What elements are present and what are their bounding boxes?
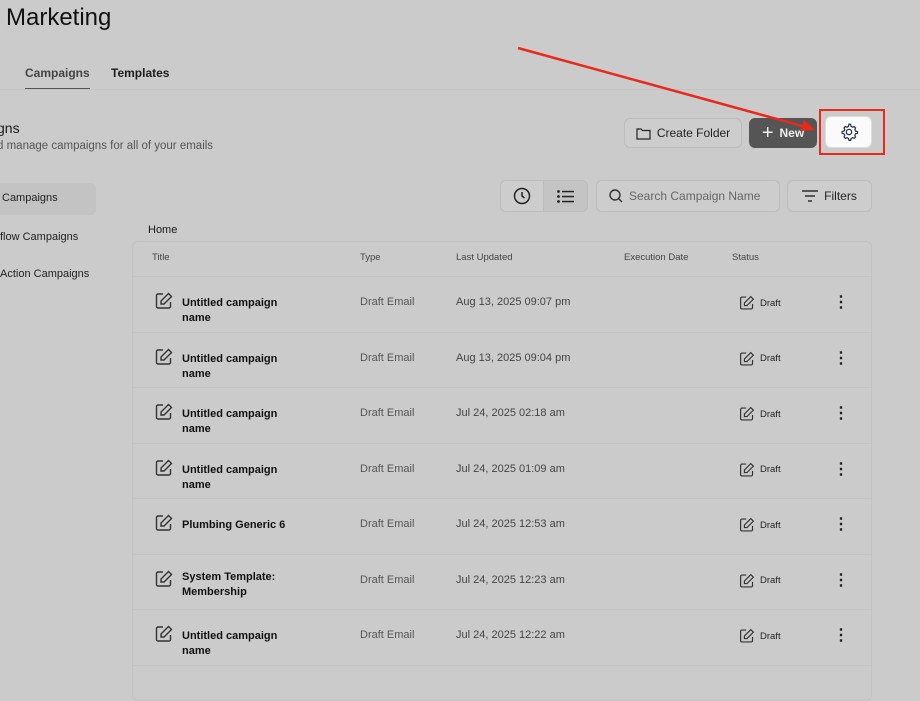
last-updated: Jul 24, 2025 01:09 am <box>456 463 565 475</box>
history-view-button[interactable] <box>500 180 544 212</box>
campaign-type: Draft Email <box>360 574 414 586</box>
campaign-title[interactable]: Untitled campaign name <box>182 463 302 493</box>
status-badge: Draft <box>738 572 781 590</box>
last-updated: Aug 13, 2025 09:04 pm <box>456 352 570 364</box>
campaign-title[interactable]: Untitled campaign name <box>182 296 302 326</box>
search-input[interactable]: Search Campaign Name <box>596 180 780 212</box>
status-badge: Draft <box>738 627 781 645</box>
campaign-title[interactable]: Untitled campaign name <box>182 407 302 437</box>
campaign-type: Draft Email <box>360 352 414 364</box>
search-placeholder: Search Campaign Name <box>629 189 760 203</box>
column-title: Title <box>152 252 170 263</box>
more-options-icon[interactable]: ⋮ <box>833 625 849 645</box>
last-updated: Aug 13, 2025 09:07 pm <box>456 296 570 308</box>
edit-icon <box>739 573 754 588</box>
campaigns-table: Untitled campaign name Draft Email Aug 1… <box>132 241 872 701</box>
sidebar-item-action-campaigns[interactable]: Action Campaigns <box>0 268 89 280</box>
column-last-updated: Last Updated <box>456 252 513 263</box>
status-label: Draft <box>760 575 781 586</box>
status-badge: Draft <box>738 405 781 423</box>
status-label: Draft <box>760 520 781 531</box>
filters-label: Filters <box>824 189 857 203</box>
campaign-type: Draft Email <box>360 629 414 641</box>
filters-button[interactable]: Filters <box>787 180 872 212</box>
filter-icon <box>802 190 818 202</box>
status-badge: Draft <box>738 294 781 312</box>
campaign-title[interactable]: Untitled campaign name <box>182 352 302 382</box>
last-updated: Jul 24, 2025 12:22 am <box>456 629 565 641</box>
column-type: Type <box>360 252 381 263</box>
edit-icon <box>155 514 173 535</box>
campaign-type: Draft Email <box>360 463 414 475</box>
last-updated: Jul 24, 2025 12:23 am <box>456 574 565 586</box>
more-options-icon[interactable]: ⋮ <box>833 570 849 590</box>
last-updated: Jul 24, 2025 02:18 am <box>456 407 565 419</box>
status-label: Draft <box>760 298 781 309</box>
edit-icon <box>739 628 754 643</box>
edit-icon <box>155 403 173 424</box>
table-row[interactable] <box>133 665 872 701</box>
campaign-title[interactable]: Plumbing Generic 6 <box>182 518 302 533</box>
sidebar-item-workflow-campaigns[interactable]: flow Campaigns <box>0 231 78 243</box>
edit-icon <box>739 406 754 421</box>
edit-icon <box>155 625 173 646</box>
status-label: Draft <box>760 409 781 420</box>
table-row[interactable]: System Template: Membership Draft Email … <box>133 554 872 609</box>
status-label: Draft <box>760 464 781 475</box>
list-icon <box>557 190 574 203</box>
table-row[interactable]: Untitled campaign name Draft Email Aug 1… <box>133 276 872 331</box>
edit-icon <box>739 295 754 310</box>
column-execution-date: Execution Date <box>624 252 688 263</box>
status-badge: Draft <box>738 350 781 368</box>
campaign-type: Draft Email <box>360 407 414 419</box>
table-row[interactable]: Plumbing Generic 6 Draft Email Jul 24, 2… <box>133 498 872 553</box>
edit-icon <box>155 459 173 480</box>
edit-icon <box>155 348 173 369</box>
more-options-icon[interactable]: ⋮ <box>833 403 849 423</box>
edit-icon <box>739 517 754 532</box>
more-options-icon[interactable]: ⋮ <box>833 459 849 479</box>
campaign-title[interactable]: System Template: Membership <box>182 570 302 600</box>
column-status: Status <box>732 252 759 263</box>
edit-icon <box>155 292 173 313</box>
edit-icon <box>155 570 173 591</box>
table-row[interactable]: Untitled campaign name Draft Email Jul 2… <box>133 443 872 498</box>
more-options-icon[interactable]: ⋮ <box>833 348 849 368</box>
edit-icon <box>739 462 754 477</box>
status-badge: Draft <box>738 516 781 534</box>
sidebar-item-campaigns[interactable]: Campaigns <box>0 183 96 215</box>
edit-icon <box>739 351 754 366</box>
campaign-type: Draft Email <box>360 518 414 530</box>
more-options-icon[interactable]: ⋮ <box>833 514 849 534</box>
campaign-type: Draft Email <box>360 296 414 308</box>
status-badge: Draft <box>738 461 781 479</box>
table-row[interactable]: Untitled campaign name Draft Email Aug 1… <box>133 332 872 387</box>
breadcrumb[interactable]: Home <box>148 224 177 236</box>
table-row[interactable]: Untitled campaign name Draft Email Jul 2… <box>133 609 872 664</box>
search-icon <box>609 189 623 203</box>
status-label: Draft <box>760 353 781 364</box>
status-label: Draft <box>760 631 781 642</box>
list-view-button[interactable] <box>543 180 588 212</box>
clock-icon <box>513 187 531 205</box>
more-options-icon[interactable]: ⋮ <box>833 292 849 312</box>
table-row[interactable]: Untitled campaign name Draft Email Jul 2… <box>133 387 872 442</box>
last-updated: Jul 24, 2025 12:53 am <box>456 518 565 530</box>
campaign-title[interactable]: Untitled campaign name <box>182 629 302 659</box>
